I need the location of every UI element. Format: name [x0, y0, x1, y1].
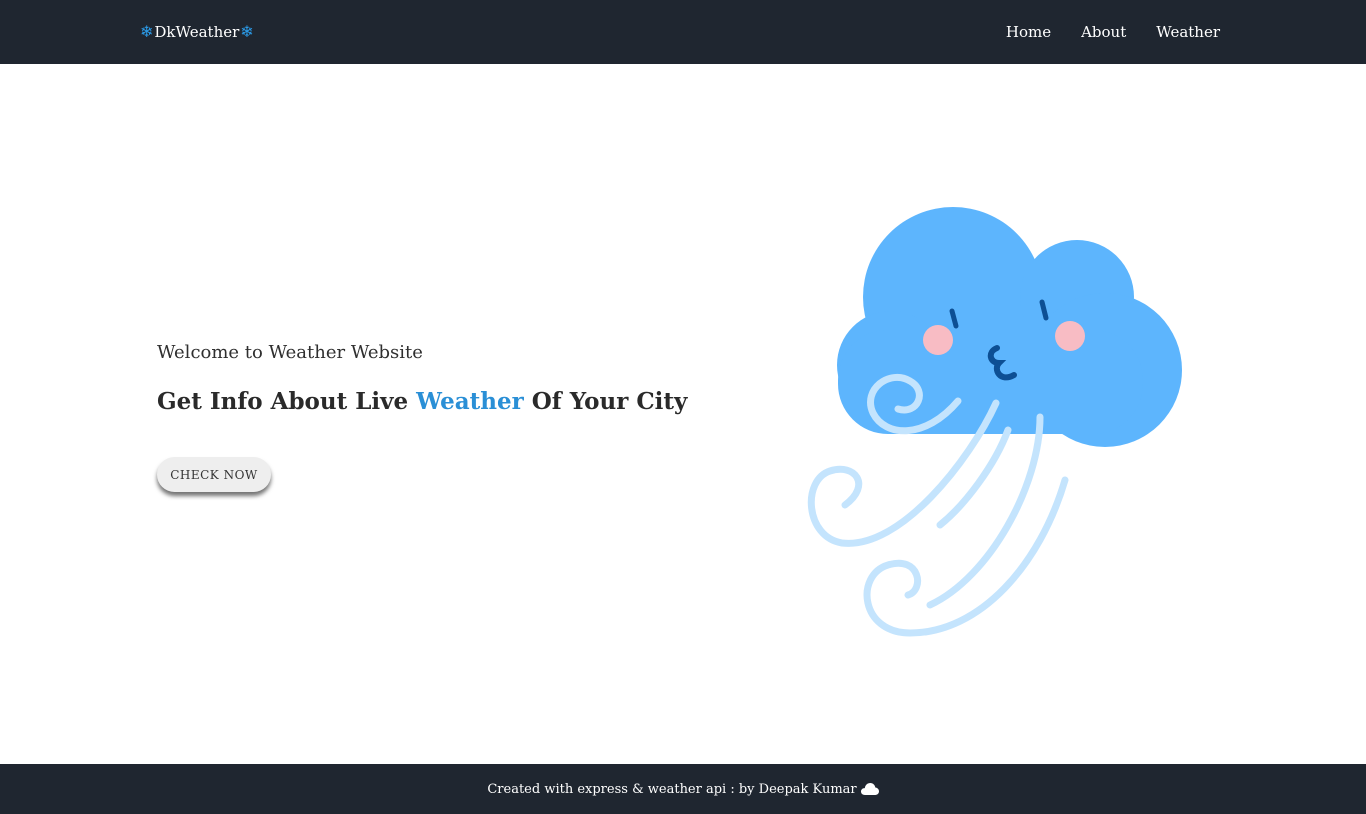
- windy-cloud-illustration: [800, 205, 1190, 645]
- cloud-body: [837, 207, 1182, 447]
- left-cheek: [923, 325, 953, 355]
- snowflake-icon: ❄: [240, 22, 254, 41]
- nav-link-weather[interactable]: Weather: [1156, 22, 1220, 42]
- headline-accent-text: Weather: [416, 388, 524, 415]
- headline-text-start: Get Info About Live: [157, 388, 417, 415]
- brand-logo[interactable]: ❄ DkWeather ❄: [140, 22, 254, 42]
- headline-text-end: Of Your City: [523, 388, 688, 415]
- nav-link-about[interactable]: About: [1081, 22, 1126, 42]
- check-now-button[interactable]: CHECK NOW: [157, 457, 271, 492]
- cloud-icon: [860, 783, 879, 795]
- top-navbar: ❄ DkWeather ❄ Home About Weather: [0, 0, 1366, 64]
- nav-link-home[interactable]: Home: [1006, 22, 1051, 42]
- hero-headline: Get Info About Live Weather Of Your City: [157, 388, 687, 415]
- page-footer: Created with express & weather api : by …: [0, 764, 1366, 814]
- snowflake-icon: ❄: [140, 22, 154, 41]
- right-cheek: [1055, 321, 1085, 351]
- brand-name: DkWeather: [154, 23, 240, 41]
- nav-links: Home About Weather: [1006, 22, 1220, 42]
- hero-subtitle: Welcome to Weather Website: [157, 342, 423, 363]
- footer-credit: Created with express & weather api : by …: [487, 781, 857, 797]
- cloud-illustration-svg: [807, 207, 1182, 637]
